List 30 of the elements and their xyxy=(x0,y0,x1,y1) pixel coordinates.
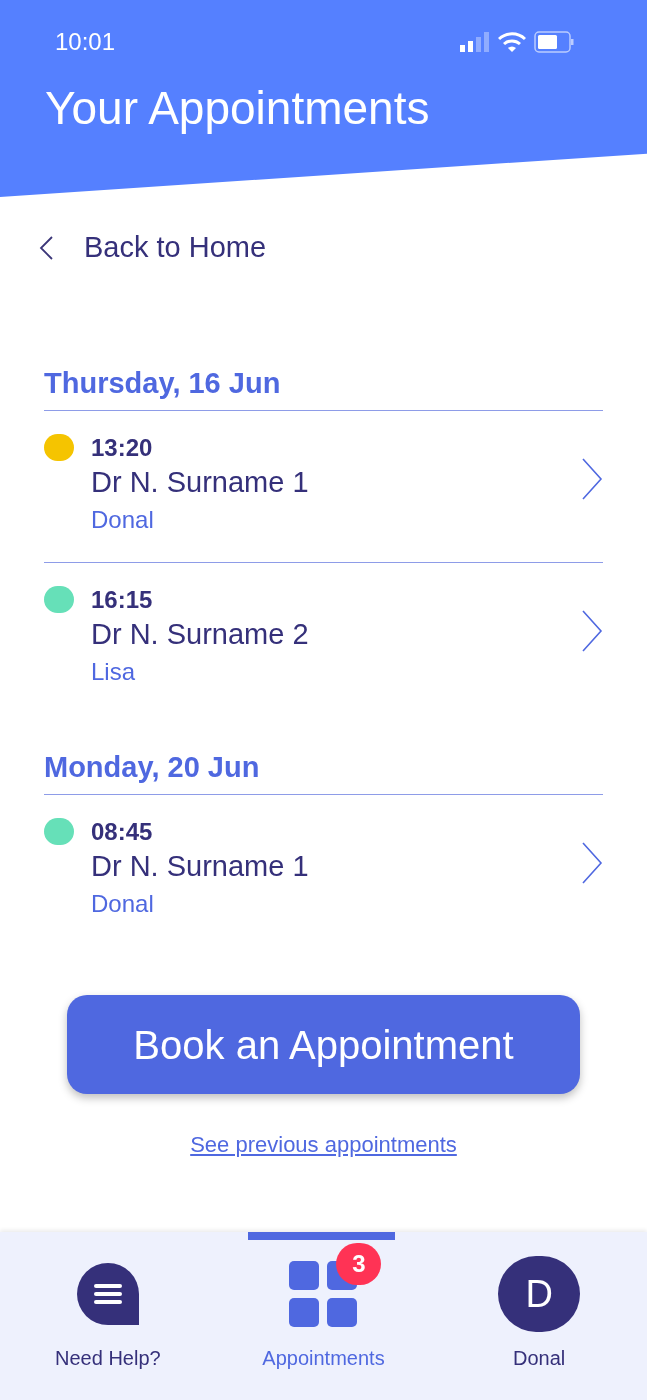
doctor-name: Dr N. Surname 2 xyxy=(91,617,310,652)
patient-name: Donal xyxy=(91,889,155,919)
status-time: 10:01 xyxy=(55,27,116,57)
appointment-row[interactable]: 08:45 Dr N. Surname 1 Donal xyxy=(44,795,603,946)
appointment-time: 08:45 xyxy=(91,817,154,847)
doctor-name: Dr N. Surname 1 xyxy=(91,849,310,884)
battery-icon xyxy=(534,31,574,53)
appointment-row[interactable]: 13:20 Dr N. Surname 1 Donal xyxy=(44,411,603,562)
chevron-right-icon xyxy=(581,610,603,652)
patient-name: Donal xyxy=(91,505,155,535)
date-heading: Monday, 20 Jun xyxy=(44,749,260,785)
chevron-right-icon xyxy=(581,458,603,500)
date-heading: Thursday, 16 Jun xyxy=(44,365,281,401)
book-appointment-button[interactable]: Book an Appointment xyxy=(67,995,580,1094)
chevron-right-icon xyxy=(581,842,603,884)
patient-name: Lisa xyxy=(91,657,137,687)
back-link[interactable]: Back to Home xyxy=(38,218,603,278)
page-title: Your Appointments xyxy=(45,81,431,136)
signal-icon xyxy=(460,32,490,52)
previous-appointments-link[interactable]: See previous appointments xyxy=(190,1127,457,1161)
avatar[interactable]: D xyxy=(498,1256,581,1332)
appointment-time: 16:15 xyxy=(91,585,154,615)
doctor-name: Dr N. Surname 1 xyxy=(91,465,310,500)
nav-tab[interactable]: D Donal xyxy=(431,1232,647,1400)
appointment-row[interactable]: 16:15 Dr N. Surname 2 Lisa xyxy=(44,563,603,714)
wifi-icon xyxy=(498,31,526,53)
appointment-time: 13:20 xyxy=(91,433,154,463)
nav-tab[interactable]: 3 Appointments xyxy=(215,1232,432,1400)
notification-badge: 3 xyxy=(336,1243,382,1285)
nav-tab[interactable]: Need Help? xyxy=(0,1232,216,1400)
